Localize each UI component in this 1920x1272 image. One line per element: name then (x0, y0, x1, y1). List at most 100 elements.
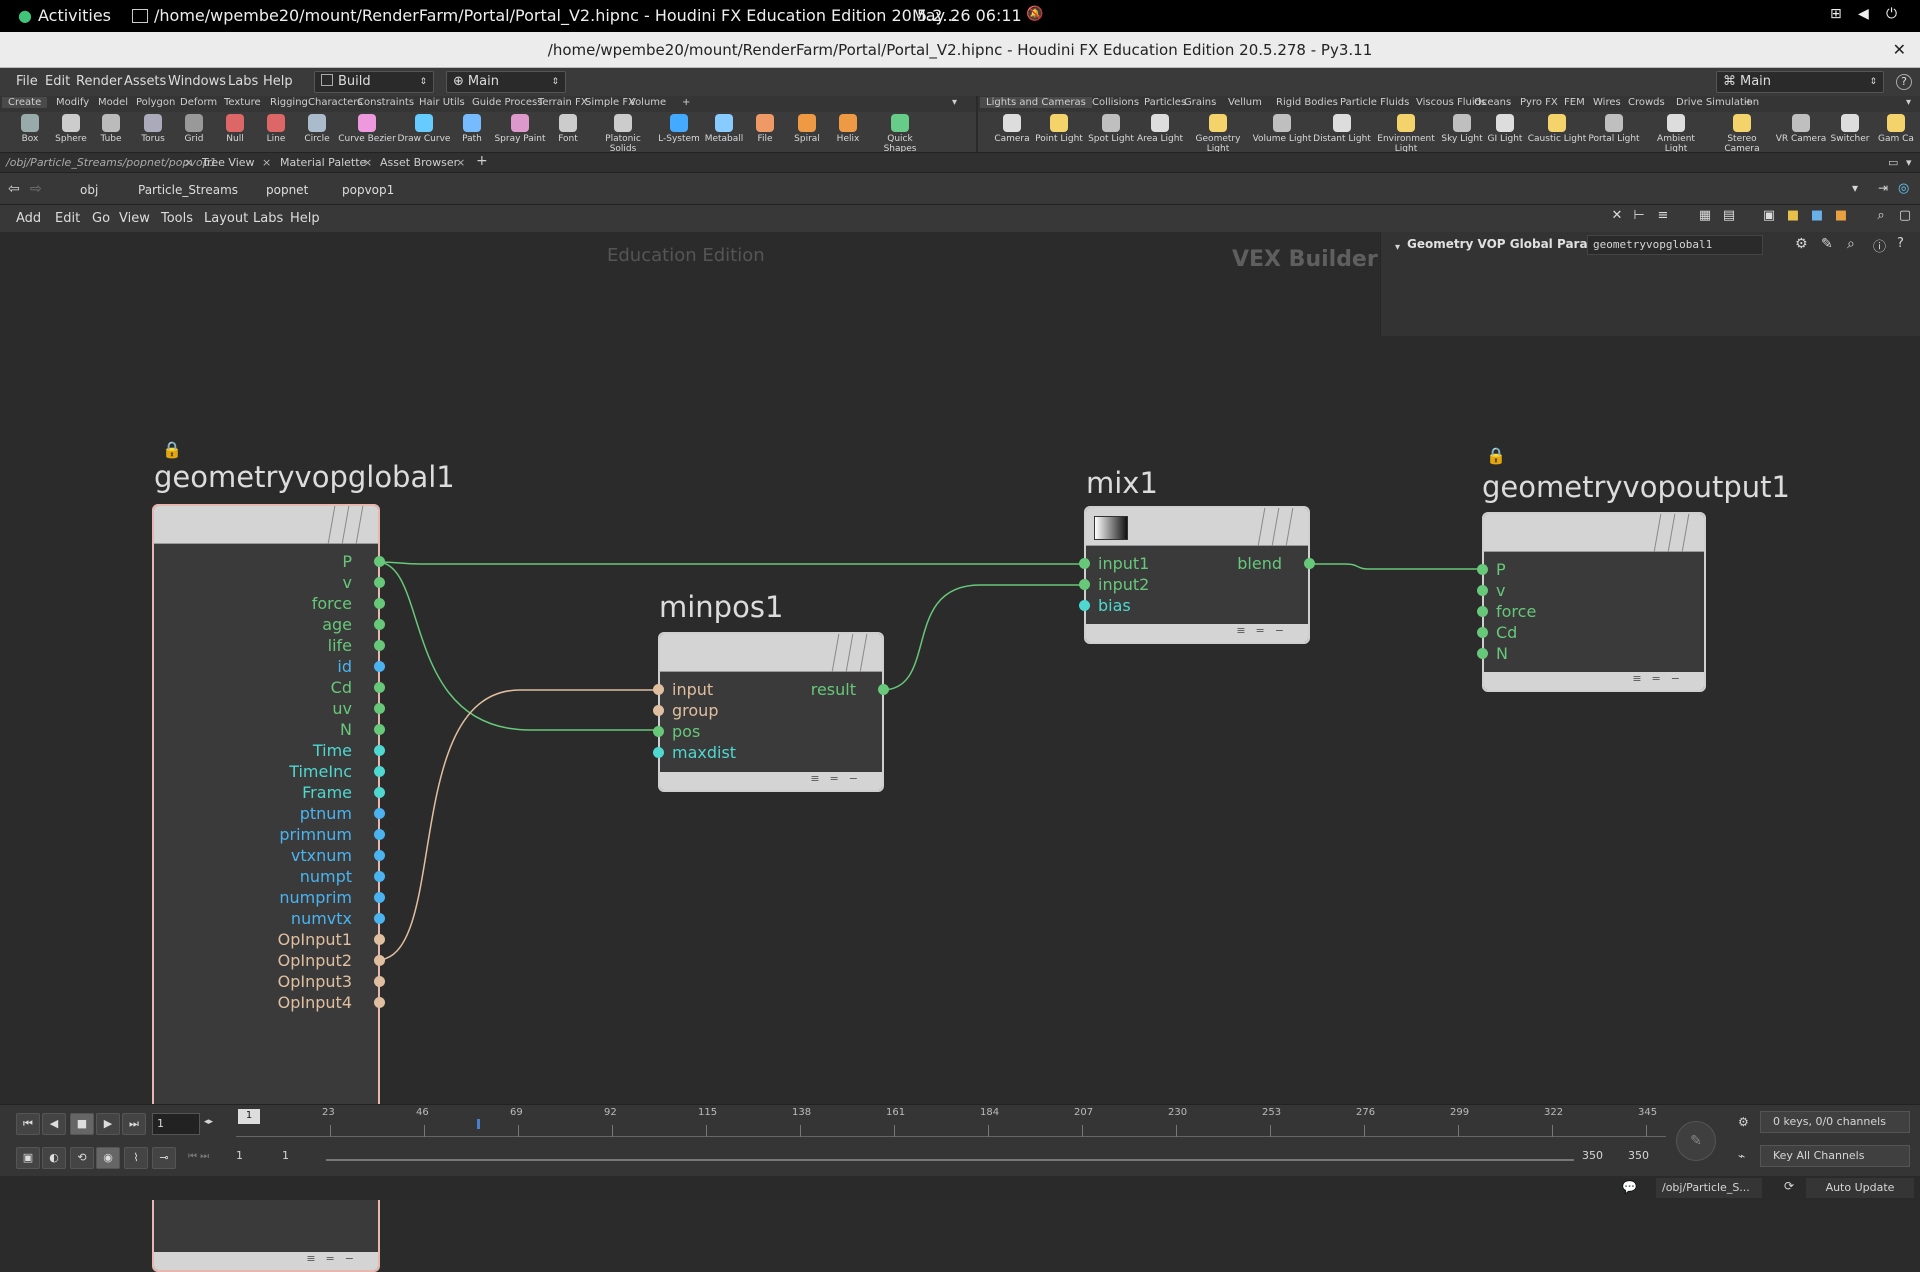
tab-close-icon[interactable]: × (184, 156, 193, 169)
shelf-tab-polygon[interactable]: Polygon (136, 97, 175, 108)
close-window-button[interactable]: ✕ (1893, 32, 1906, 68)
port-numprim-connector[interactable] (374, 892, 385, 903)
shelf-menu-arrow-icon[interactable]: ▾ (952, 97, 957, 108)
port-time-connector[interactable] (374, 745, 385, 756)
port-bias[interactable]: bias (1098, 596, 1131, 615)
node-header[interactable] (1086, 508, 1308, 546)
net-menu-go[interactable]: Go (92, 211, 110, 226)
header-flag-stripe[interactable] (1681, 514, 1690, 552)
port-group-connector[interactable] (653, 705, 664, 716)
port-opinput4[interactable]: OpInput4 (278, 993, 352, 1012)
tool-font[interactable]: Font (538, 114, 598, 144)
port-numvtx-connector[interactable] (374, 913, 385, 924)
port-opinput1-connector[interactable] (374, 934, 385, 945)
zoom-icon[interactable]: ⌕ (1872, 208, 1890, 226)
port-n-connector[interactable] (1477, 648, 1488, 659)
tool-distant-light[interactable]: Distant Light (1312, 114, 1372, 144)
add-tab-button[interactable]: + (476, 153, 488, 169)
header-flag-stripe[interactable] (1285, 508, 1294, 546)
port-v[interactable]: v (1496, 581, 1505, 600)
tree-icon[interactable]: ⊢ (1630, 208, 1648, 226)
header-flag-stripe[interactable] (1653, 514, 1662, 552)
tab-close-icon[interactable]: × (363, 156, 372, 169)
menu-render[interactable]: Render (76, 74, 122, 89)
header-flag-stripe[interactable] (1667, 514, 1676, 552)
header-flag-stripe[interactable] (845, 634, 854, 672)
shelf-tab-deform[interactable]: Deform (180, 97, 217, 108)
breadcrumb-popnet[interactable]: popnet (244, 180, 308, 200)
menu-file[interactable]: File (16, 74, 38, 89)
pane-menu-icon[interactable]: ▾ (1906, 156, 1912, 169)
tool-curve-bezier[interactable]: Curve Bezier (337, 114, 397, 144)
link-icon[interactable]: ◎ (1898, 181, 1909, 196)
shelf-menu-arrow-icon[interactable]: ▾ (1906, 97, 1911, 108)
network-icon[interactable]: ⊞ (1830, 6, 1842, 22)
shelf-tab-oceans[interactable]: Oceans (1474, 97, 1511, 108)
shelf-tab-hair-utils[interactable]: Hair Utils (419, 97, 465, 108)
key-tools-button[interactable]: ⌇ (124, 1147, 148, 1169)
shelf-tab-wires[interactable]: Wires (1593, 97, 1621, 108)
port-cd[interactable]: Cd (331, 678, 352, 697)
wire-p-to-pos[interactable] (376, 561, 660, 731)
sticky-note-icon[interactable]: ■ (1784, 208, 1802, 226)
jump-start-button[interactable]: ⏮ (16, 1113, 40, 1135)
header-flag-stripe[interactable] (859, 634, 868, 672)
port-age-connector[interactable] (374, 619, 385, 630)
shelf-tab-rigid-bodies[interactable]: Rigid Bodies (1276, 97, 1338, 108)
parm-node-name-field[interactable]: geometryvopglobal1 (1587, 235, 1763, 255)
desktop-select[interactable]: Build ⇕ (314, 71, 434, 93)
port-numpt-connector[interactable] (374, 871, 385, 882)
tool-platonic-solids[interactable]: Platonic Solids (593, 114, 653, 154)
shelf-tab-create[interactable]: Create (2, 97, 48, 108)
port-cd-connector[interactable] (1477, 627, 1488, 638)
node-geometryvopoutput1[interactable]: ≡=− Pv force Cd N (1477, 512, 1706, 692)
notifications-muted-icon[interactable]: 🔕 (1026, 6, 1043, 22)
shelf-tab-lights-and-cameras[interactable]: Lights and Cameras (980, 97, 1092, 108)
tool-helix[interactable]: Helix (818, 114, 878, 144)
port-p-connector[interactable] (1477, 564, 1488, 575)
shelf-tab-rigging[interactable]: Rigging (270, 97, 308, 108)
port-ptnum[interactable]: ptnum (300, 804, 352, 823)
back-arrow-icon[interactable]: ⇦ (8, 181, 20, 197)
port-timeinc-connector[interactable] (374, 766, 385, 777)
menu-assets[interactable]: Assets (124, 74, 166, 89)
port-force-connector[interactable] (374, 598, 385, 609)
header-flag-stripe[interactable] (355, 506, 364, 544)
audio-scrub-icon[interactable]: ✎ (1676, 1121, 1716, 1161)
build-context-select[interactable]: ⊕ Main ⇕ (446, 71, 566, 93)
range-slider[interactable] (326, 1159, 1574, 1161)
node-name-global[interactable]: geometryvopglobal1 (154, 460, 455, 494)
wire-result-to-input2[interactable] (881, 584, 1086, 691)
port-result[interactable]: result (811, 680, 856, 699)
net-menu-view[interactable]: View (119, 211, 150, 226)
port-age[interactable]: age (322, 615, 352, 634)
port-maxdist-connector[interactable] (653, 747, 664, 758)
node-name-mix[interactable]: mix1 (1086, 466, 1158, 500)
tool-volume-light[interactable]: Volume Light (1252, 114, 1312, 144)
brush-icon[interactable]: ✎ (1821, 236, 1833, 252)
port-n[interactable]: N (340, 720, 352, 739)
net-menu-labs[interactable]: Labs (253, 211, 283, 226)
desktop-right-select[interactable]: ⌘ Main ⇕ (1716, 71, 1884, 93)
port-p-connector[interactable] (374, 556, 385, 567)
tool-quick-shapes[interactable]: Quick Shapes (870, 114, 930, 154)
tab-close-icon[interactable]: × (262, 156, 271, 169)
port-bias-connector[interactable] (1079, 600, 1090, 611)
node-footer-controls[interactable]: ≡=− (810, 772, 868, 785)
port-opinput3[interactable]: OpInput3 (278, 972, 352, 991)
clock[interactable]: May 26 06:11 (912, 6, 1022, 25)
node-footer-controls[interactable]: ≡=− (1236, 624, 1294, 637)
wrench-icon[interactable]: ✕ (1608, 208, 1626, 226)
port-primnum-connector[interactable] (374, 829, 385, 840)
port-uv[interactable]: uv (332, 699, 352, 718)
port-numprim[interactable]: numprim (279, 888, 352, 907)
keyframe-marker[interactable] (477, 1119, 480, 1129)
help-icon[interactable]: ? (1897, 236, 1904, 251)
port-opinput2-connector[interactable] (374, 955, 385, 966)
port-input2[interactable]: input2 (1098, 575, 1149, 594)
refresh-icon[interactable]: ⟳ (1784, 1179, 1794, 1193)
port-id[interactable]: id (337, 657, 352, 676)
node-footer-controls[interactable]: ≡=− (1632, 672, 1690, 685)
node-header[interactable] (154, 506, 378, 544)
shelf-tab-guide-process[interactable]: Guide Process (472, 97, 542, 108)
